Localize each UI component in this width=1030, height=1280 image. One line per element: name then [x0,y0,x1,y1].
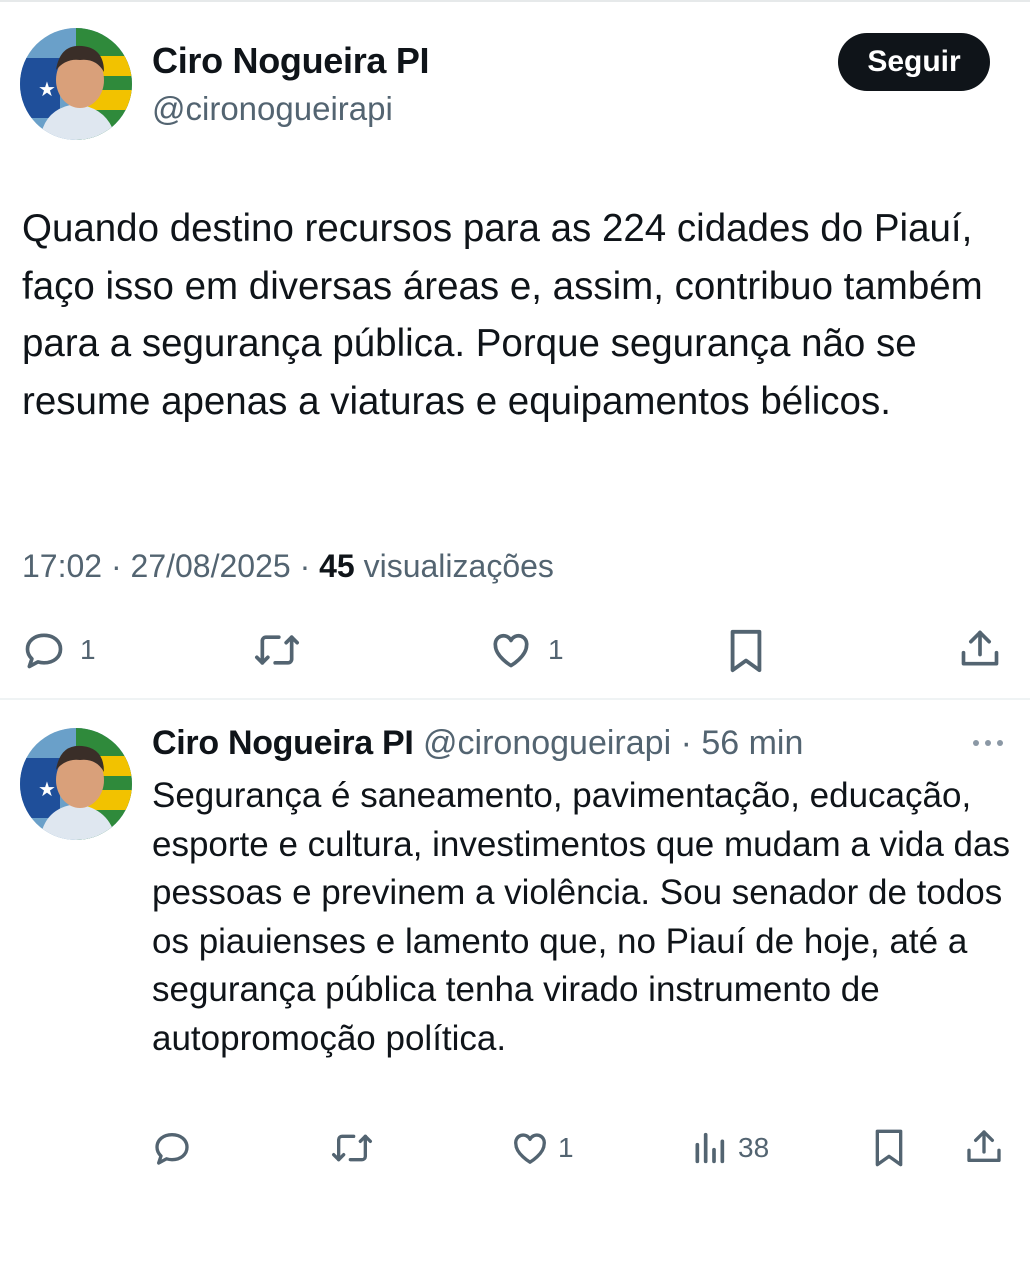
share-icon [961,630,999,666]
more-button[interactable] [968,733,1008,753]
bookmark-button[interactable] [872,1128,906,1168]
tweet-text: Segurança é saneamento, pavimentação, ed… [152,776,1010,1058]
reply-icon [25,633,63,669]
reply-button[interactable]: 1 [22,628,96,672]
tweet-date[interactable]: 27/08/2025 [131,548,291,584]
reply-button[interactable] [152,1128,192,1168]
header-separator: · [671,724,702,762]
tweet-time[interactable]: 17:02 [22,548,102,584]
like-button[interactable]: 1 [510,1128,574,1168]
like-icon [514,1133,546,1164]
bookmark-icon [875,1129,903,1167]
tweet-time[interactable]: 56 min [701,724,803,762]
reply-count: 1 [80,634,96,665]
views-count: 38 [738,1132,770,1163]
more-icon [973,740,1003,746]
retweet-icon [331,1134,372,1162]
avatar[interactable]: ★ [20,28,132,140]
meta-separator: · [299,548,320,584]
author-handle[interactable]: @cironogueirapi [152,90,393,128]
views-count: 45 [319,548,355,584]
tweet-meta: 17:02 · 27/08/2025 · 45 visualizações [22,548,554,585]
share-icon [967,1130,1001,1162]
views-label: visualizações [363,548,554,584]
svg-text:★: ★ [38,77,56,101]
author-name[interactable]: Ciro Nogueira PI [152,40,430,82]
svg-text:★: ★ [38,777,56,801]
like-icon [493,633,529,668]
author-handle[interactable]: @cironogueirapi [423,724,671,762]
top-border [0,0,1030,2]
follow-button[interactable]: Seguir [838,33,990,91]
author-name[interactable]: Ciro Nogueira PI [152,724,414,762]
avatar[interactable]: ★ [20,728,132,840]
bookmark-icon [730,629,762,673]
retweet-button[interactable] [330,1128,374,1168]
divider [0,698,1030,700]
bookmark-button[interactable] [726,628,766,674]
like-count: 1 [548,634,564,665]
meta-separator: · [110,548,131,584]
views-button[interactable]: 38 [692,1128,769,1168]
reply-icon [155,1133,189,1165]
tweet-text: Quando destino recursos para as 224 cida… [22,207,983,423]
like-count: 1 [558,1132,574,1163]
retweet-icon [254,635,299,665]
tweet-header: Ciro Nogueira PI @cironogueirapi · 56 mi… [152,724,803,763]
like-button[interactable]: 1 [488,628,564,672]
share-button[interactable] [958,626,1002,672]
retweet-button[interactable] [252,628,302,672]
share-button[interactable] [964,1126,1004,1168]
views-icon [695,1132,725,1164]
